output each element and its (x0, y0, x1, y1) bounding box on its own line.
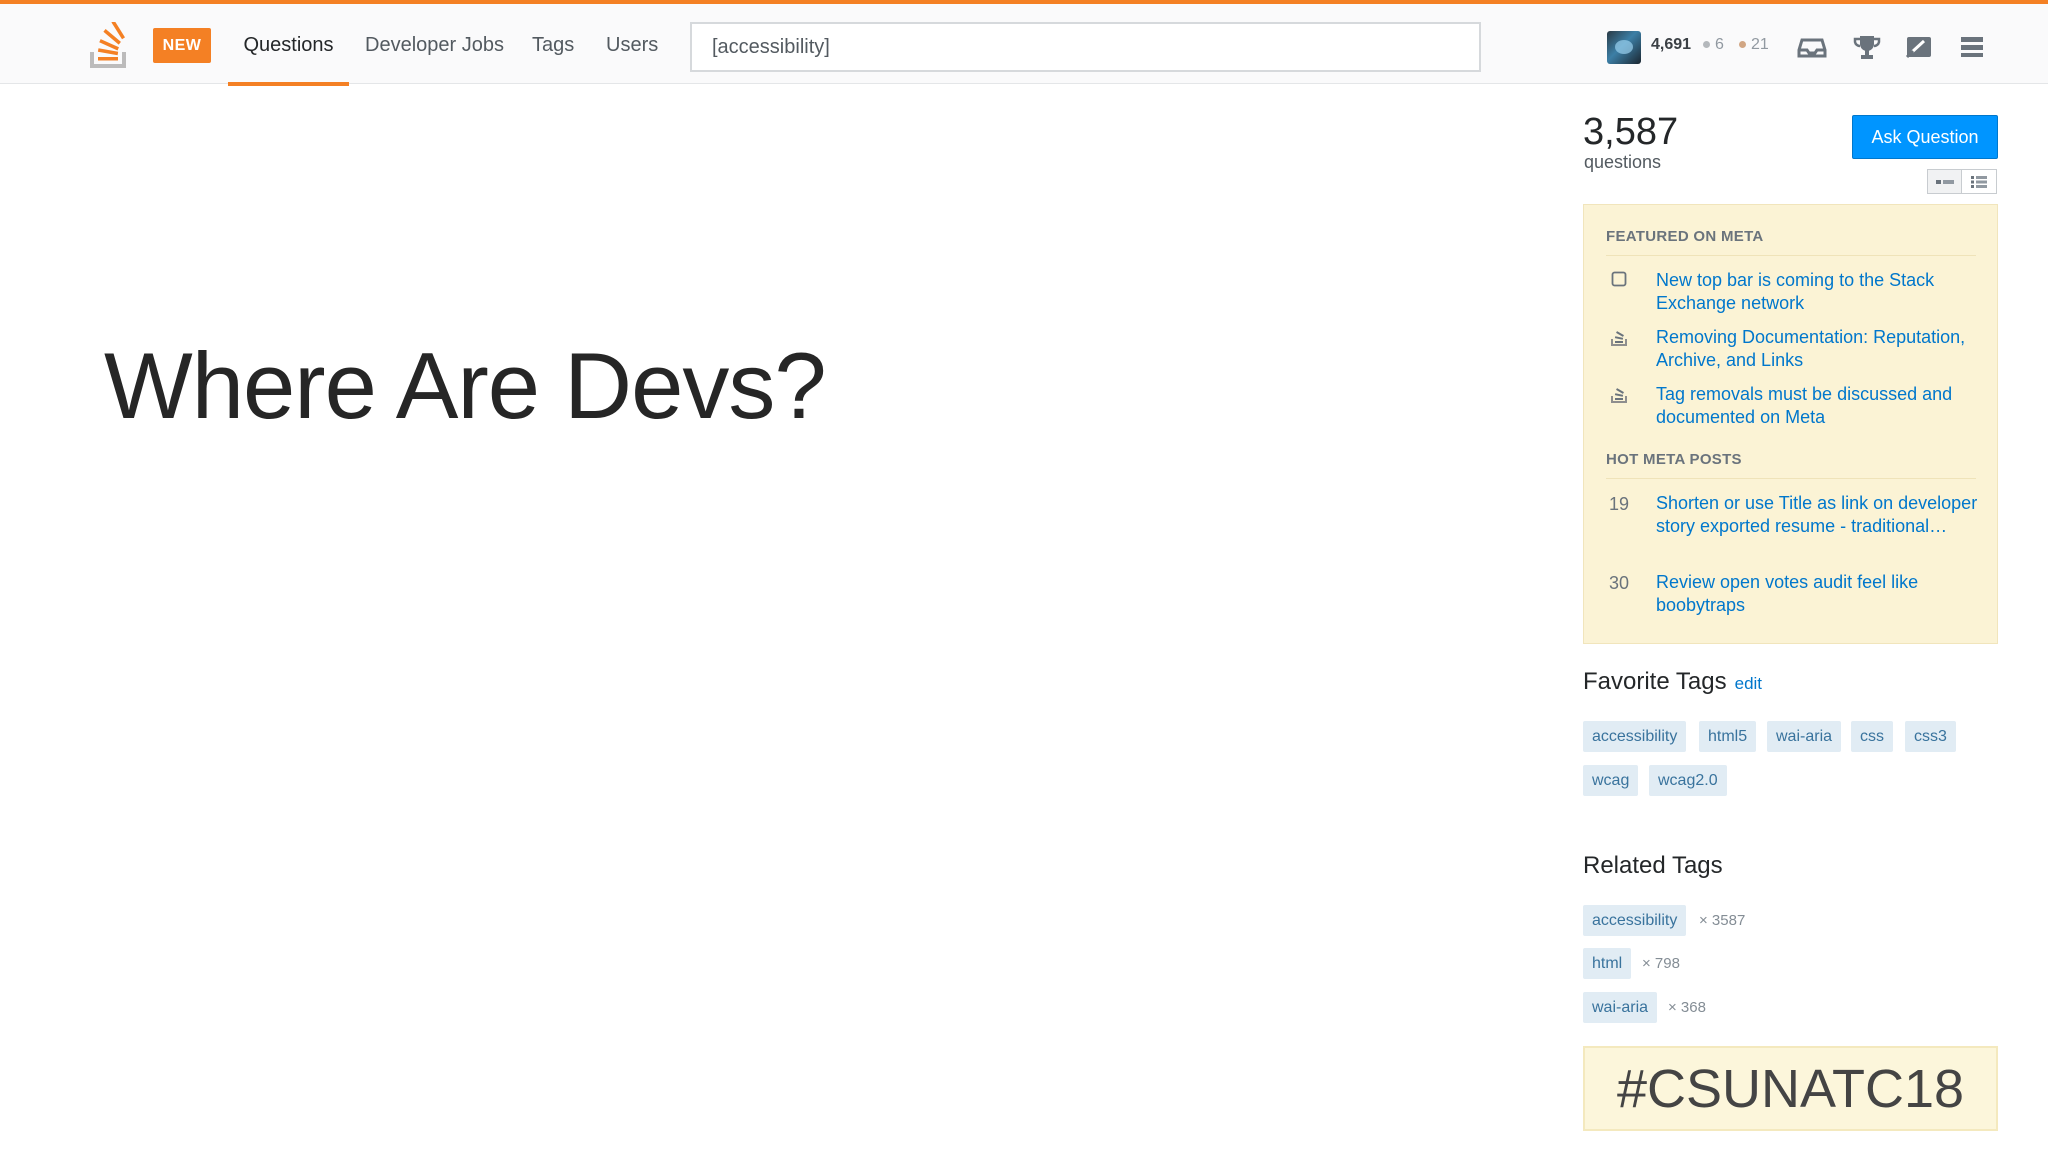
bronze-badge-icon (1739, 41, 1746, 49)
hot-meta-link[interactable]: Shorten or use Title as link on develope… (1656, 492, 1986, 538)
related-tags-title: Related Tags (1583, 852, 1723, 879)
question-count: 3,587 (1583, 111, 1679, 153)
hot-meta-header: HOT META POSTS (1606, 451, 1742, 468)
related-tag-count: × 3587 (1699, 912, 1746, 929)
hot-meta-score: 30 (1608, 573, 1630, 593)
nav-users[interactable]: Users (606, 24, 658, 86)
ask-question-button[interactable]: Ask Question (1852, 115, 1998, 159)
silver-badge-icon (1703, 41, 1710, 49)
bronze-badge-value: 21 (1751, 36, 1769, 53)
related-tag-count: × 368 (1668, 999, 1706, 1016)
stackoverflow-logo-icon[interactable] (88, 20, 130, 70)
silver-badge-value: 6 (1715, 36, 1724, 53)
featured-link[interactable]: Removing Documentation: Reputation, Arch… (1656, 326, 1986, 372)
favorite-tag[interactable]: accessibility (1583, 721, 1687, 752)
conference-hashtag: #CSUNATC18 (1583, 1046, 1998, 1131)
favorite-tags-edit-link[interactable]: edit (1735, 674, 1762, 693)
nav-tags[interactable]: Tags (532, 24, 574, 86)
square-icon (1606, 271, 1632, 292)
related-tag[interactable]: wai-aria (1583, 992, 1658, 1023)
compact-view-icon[interactable] (1927, 169, 1962, 194)
featured-header: FEATURED ON META (1606, 228, 1764, 245)
inbox-icon[interactable] (1797, 32, 1827, 62)
slide-title: Where Are Devs? (104, 333, 827, 438)
top-bar: NEW Questions Developer Jobs Tags Users … (0, 0, 2048, 86)
question-count-label: questions (1584, 152, 1662, 172)
featured-meta-box: FEATURED ON META New top bar is coming t… (1583, 204, 1998, 644)
avatar[interactable] (1607, 31, 1641, 64)
favorite-tag[interactable]: html5 (1699, 721, 1757, 752)
related-tag-count: × 798 (1642, 955, 1680, 972)
favorite-tag[interactable]: css (1851, 721, 1893, 752)
hot-meta-score: 19 (1608, 494, 1630, 514)
trophy-icon[interactable] (1852, 32, 1882, 62)
featured-link[interactable]: Tag removals must be discussed and docum… (1656, 383, 1986, 429)
favorite-tags-label: Favorite Tags (1583, 668, 1727, 695)
reputation-count: 4,691 (1651, 36, 1692, 53)
nav-questions[interactable]: Questions (228, 24, 349, 86)
nav-developer-jobs[interactable]: Developer Jobs (365, 24, 504, 86)
stack-icon (1606, 385, 1632, 408)
stack-icon (1606, 328, 1632, 351)
favorite-tag[interactable]: wai-aria (1767, 721, 1842, 752)
search-input[interactable]: [accessibility] (690, 22, 1481, 72)
favorite-tags-title: Favorite Tags edit (1583, 668, 1762, 696)
favorite-tag[interactable]: wcag (1583, 765, 1639, 796)
divider (1606, 255, 1976, 256)
view-toggle (1927, 169, 1997, 194)
menu-icon[interactable] (1957, 32, 1987, 62)
featured-link[interactable]: New top bar is coming to the Stack Excha… (1656, 269, 1986, 315)
divider (1606, 478, 1976, 479)
related-tag[interactable]: accessibility (1583, 905, 1687, 936)
new-badge: NEW (153, 28, 211, 63)
review-icon[interactable] (1904, 32, 1934, 62)
silver-badge-count: 6 (1703, 36, 1724, 54)
favorite-tag[interactable]: wcag2.0 (1649, 765, 1727, 796)
favorite-tag[interactable]: css3 (1905, 721, 1956, 752)
list-view-icon[interactable] (1962, 169, 1997, 194)
related-tag[interactable]: html (1583, 948, 1632, 979)
hot-meta-link[interactable]: Review open votes audit feel like boobyt… (1656, 571, 1986, 617)
bronze-badge-count: 21 (1739, 36, 1769, 54)
